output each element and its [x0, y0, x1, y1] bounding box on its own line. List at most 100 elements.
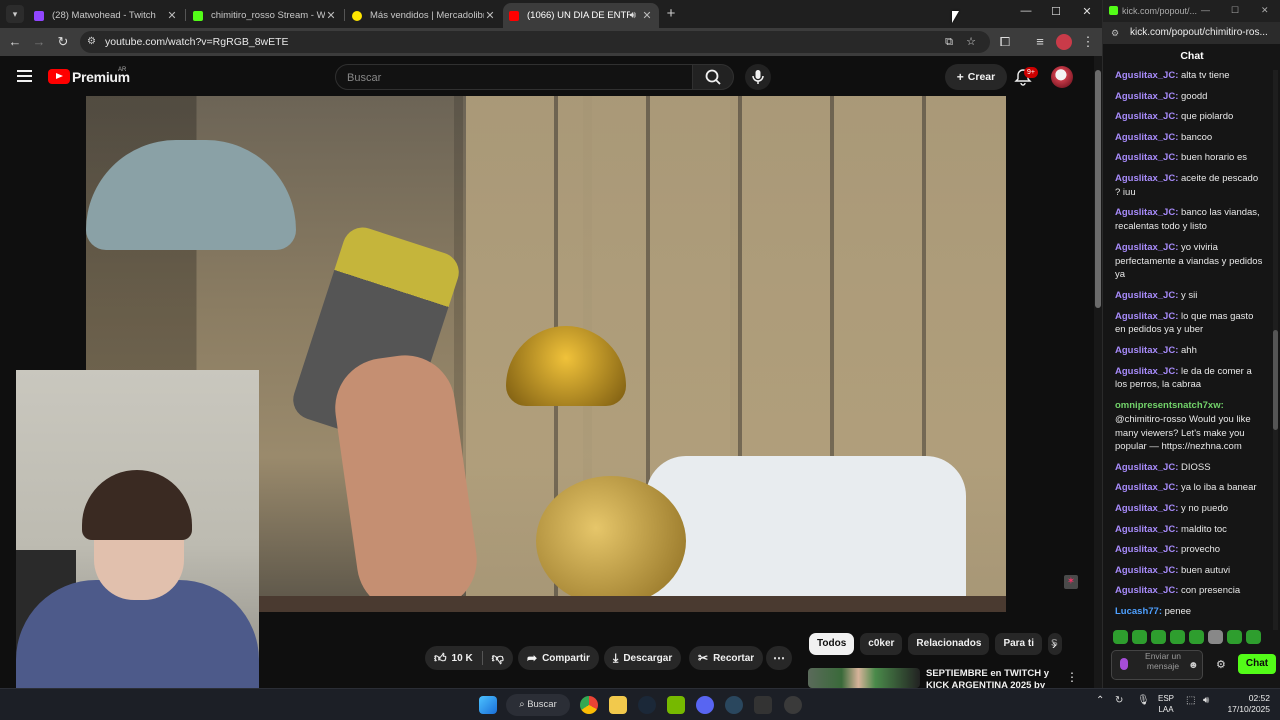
chat-username[interactable]: Aguslitax_JC — [1115, 91, 1175, 102]
chat-username[interactable]: omnipresentsnatch7xw — [1115, 400, 1221, 411]
chip-related[interactable]: Relacionados — [908, 633, 990, 655]
voice-search-button[interactable] — [745, 64, 771, 90]
chat-username[interactable]: Aguslitax_JC — [1115, 132, 1175, 143]
chat-username[interactable]: Aguslitax_JC — [1115, 503, 1175, 514]
maximize-icon[interactable]: ☐ — [1231, 5, 1239, 16]
chat-username[interactable]: Aguslitax_JC — [1115, 242, 1175, 253]
chevron-right-icon[interactable]: › — [1052, 636, 1068, 652]
video-thumbnail[interactable] — [808, 668, 920, 688]
maximize-icon[interactable]: ☐ — [1046, 5, 1066, 18]
chat-scrollbar[interactable] — [1273, 70, 1278, 630]
search-input[interactable]: Buscar — [335, 64, 693, 90]
like-button[interactable]: 👍︎ 10 K 👎︎ — [425, 646, 513, 670]
emote-icon[interactable] — [1189, 630, 1204, 644]
close-window-icon[interactable]: ✕ — [1077, 5, 1097, 18]
chat-username[interactable]: Aguslitax_JC — [1115, 207, 1175, 218]
chat-username[interactable]: Aguslitax_JC — [1115, 290, 1175, 301]
microphone-tray-icon[interactable]: 🎙︎ — [1137, 695, 1150, 706]
extensions-icon[interactable]: ⧠ — [997, 34, 1013, 50]
tray-overflow-icon[interactable]: ⌃ — [1096, 695, 1104, 706]
menu-dots-icon[interactable]: ⋮ — [1080, 34, 1096, 50]
chat-send-button[interactable]: Chat — [1238, 654, 1276, 674]
bookmark-star-icon[interactable]: ☆ — [964, 35, 978, 49]
youtube-logo-icon[interactable] — [48, 69, 70, 84]
microphone-icon[interactable] — [1120, 658, 1128, 670]
profile-avatar-icon[interactable] — [1056, 34, 1072, 50]
emote-icon[interactable] — [1227, 630, 1242, 644]
minimize-icon[interactable]: — — [1016, 5, 1036, 17]
media-control-icon[interactable]: ≡ — [1032, 34, 1048, 50]
forward-icon[interactable]: → — [31, 34, 47, 50]
chat-message-input[interactable]: Enviar un mensaje ☻ — [1111, 650, 1203, 680]
emote-icon[interactable] — [1151, 630, 1166, 644]
url-text[interactable]: youtube.com/watch?v=RgRGB_8wETE — [105, 36, 289, 48]
popout-url[interactable]: kick.com/popout/chimitiro-ros... — [1130, 27, 1268, 38]
recommended-title-line1[interactable]: SEPTIEMBRE en TWITCH y — [926, 668, 1049, 679]
discord-icon[interactable] — [696, 696, 714, 714]
account-avatar[interactable] — [1051, 66, 1073, 88]
create-button[interactable]: + Crear — [945, 64, 1007, 90]
emote-icon[interactable] — [1208, 630, 1223, 644]
chat-username[interactable]: Aguslitax_JC — [1115, 111, 1175, 122]
taskbar-search-button[interactable]: ⌕ Buscar — [506, 694, 570, 716]
language-indicator[interactable]: ESP LAA — [1158, 693, 1174, 715]
back-icon[interactable]: ← — [7, 34, 23, 50]
emote-icon[interactable] — [1113, 630, 1128, 644]
site-info-icon[interactable]: ⚙︎ — [1111, 28, 1119, 39]
chat-username[interactable]: Aguslitax_JC — [1115, 482, 1175, 493]
chat-username[interactable]: Aguslitax_JC — [1115, 70, 1175, 81]
chat-username[interactable]: Aguslitax_JC — [1115, 311, 1175, 322]
tab-mercadolibre[interactable]: Más vendidos | Mercadolibre A ✕ — [346, 3, 502, 28]
sync-icon[interactable]: ↻ — [1115, 695, 1123, 706]
chat-username[interactable]: Aguslitax_JC — [1115, 462, 1175, 473]
chat-username[interactable]: Aguslitax_JC — [1115, 585, 1175, 596]
chat-username[interactable]: Aguslitax_JC — [1115, 152, 1175, 163]
volume-icon[interactable]: 🔊︎ — [1203, 695, 1209, 706]
tab-youtube[interactable]: (1066) UN DIA DE ENTRENA 🔊︎ ✕ — [503, 3, 659, 28]
new-tab-icon[interactable]: + — [663, 6, 679, 22]
chip-channel[interactable]: c0ker — [860, 633, 903, 655]
minimize-icon[interactable]: — — [1201, 5, 1210, 15]
chat-settings-gear-icon[interactable]: ⚙ — [1216, 658, 1226, 671]
steam-icon[interactable] — [638, 696, 656, 714]
tab-kick[interactable]: chimitiro_rosso Stream - Watch ✕ — [187, 3, 343, 28]
chat-username[interactable]: Aguslitax_JC — [1115, 544, 1175, 555]
close-tab-icon[interactable]: ✕ — [641, 9, 653, 22]
network-icon[interactable]: ⬚ — [1186, 695, 1195, 706]
steam-alt-icon[interactable] — [725, 696, 743, 714]
address-bar[interactable]: ⚙︎ youtube.com/watch?v=RgRGB_8wETE ⧉ ☆ — [80, 31, 990, 53]
site-info-icon[interactable]: ⚙︎ — [87, 36, 99, 48]
chat-username[interactable]: Aguslitax_JC — [1115, 524, 1175, 535]
app-icon[interactable] — [784, 696, 802, 714]
tab-twitch[interactable]: (28) Matwohead - Twitch ✕ — [28, 3, 184, 28]
chat-username[interactable]: Aguslitax_JC — [1115, 345, 1175, 356]
chip-for-you[interactable]: Para ti — [995, 633, 1043, 655]
recommended-title-line2[interactable]: KICK ARGENTINA 2025 by — [926, 680, 1045, 688]
emote-icon[interactable] — [1246, 630, 1261, 644]
popout-address-bar[interactable]: ⚙︎ kick.com/popout/chimitiro-ros... — [1103, 22, 1280, 44]
file-explorer-icon[interactable] — [609, 696, 627, 714]
close-tab-icon[interactable]: ✕ — [484, 9, 496, 22]
close-tab-icon[interactable]: ✕ — [166, 9, 178, 22]
more-actions-button[interactable]: ⋯ — [766, 646, 792, 670]
epic-games-icon[interactable] — [754, 696, 772, 714]
search-button[interactable] — [692, 64, 734, 90]
hamburger-menu-icon[interactable] — [17, 70, 32, 82]
emote-icon[interactable] — [1132, 630, 1147, 644]
chat-username[interactable]: Aguslitax_JC — [1115, 173, 1175, 184]
thumbs-down-icon[interactable]: 👎︎ — [492, 651, 504, 666]
nvidia-icon[interactable] — [667, 696, 685, 714]
chat-username[interactable]: Aguslitax_JC — [1115, 565, 1175, 576]
emote-icon[interactable] — [1170, 630, 1185, 644]
reload-icon[interactable]: ↻ — [55, 34, 71, 50]
emoji-picker-icon[interactable]: ☻ — [1188, 660, 1199, 671]
audio-playing-icon[interactable]: 🔊︎ — [630, 10, 636, 21]
chat-username[interactable]: Aguslitax_JC — [1115, 366, 1175, 377]
close-tab-icon[interactable]: ✕ — [325, 9, 337, 22]
chip-todos[interactable]: Todos — [809, 633, 855, 655]
recommended-video[interactable]: SEPTIEMBRE en TWITCH y KICK ARGENTINA 20… — [808, 668, 1098, 688]
download-button[interactable]: ⤓ Descargar — [604, 646, 682, 670]
install-app-icon[interactable]: ⧉ — [942, 35, 956, 49]
chat-username[interactable]: Lucash77 — [1115, 606, 1159, 617]
share-button[interactable]: ➦ Compartir — [518, 646, 599, 670]
